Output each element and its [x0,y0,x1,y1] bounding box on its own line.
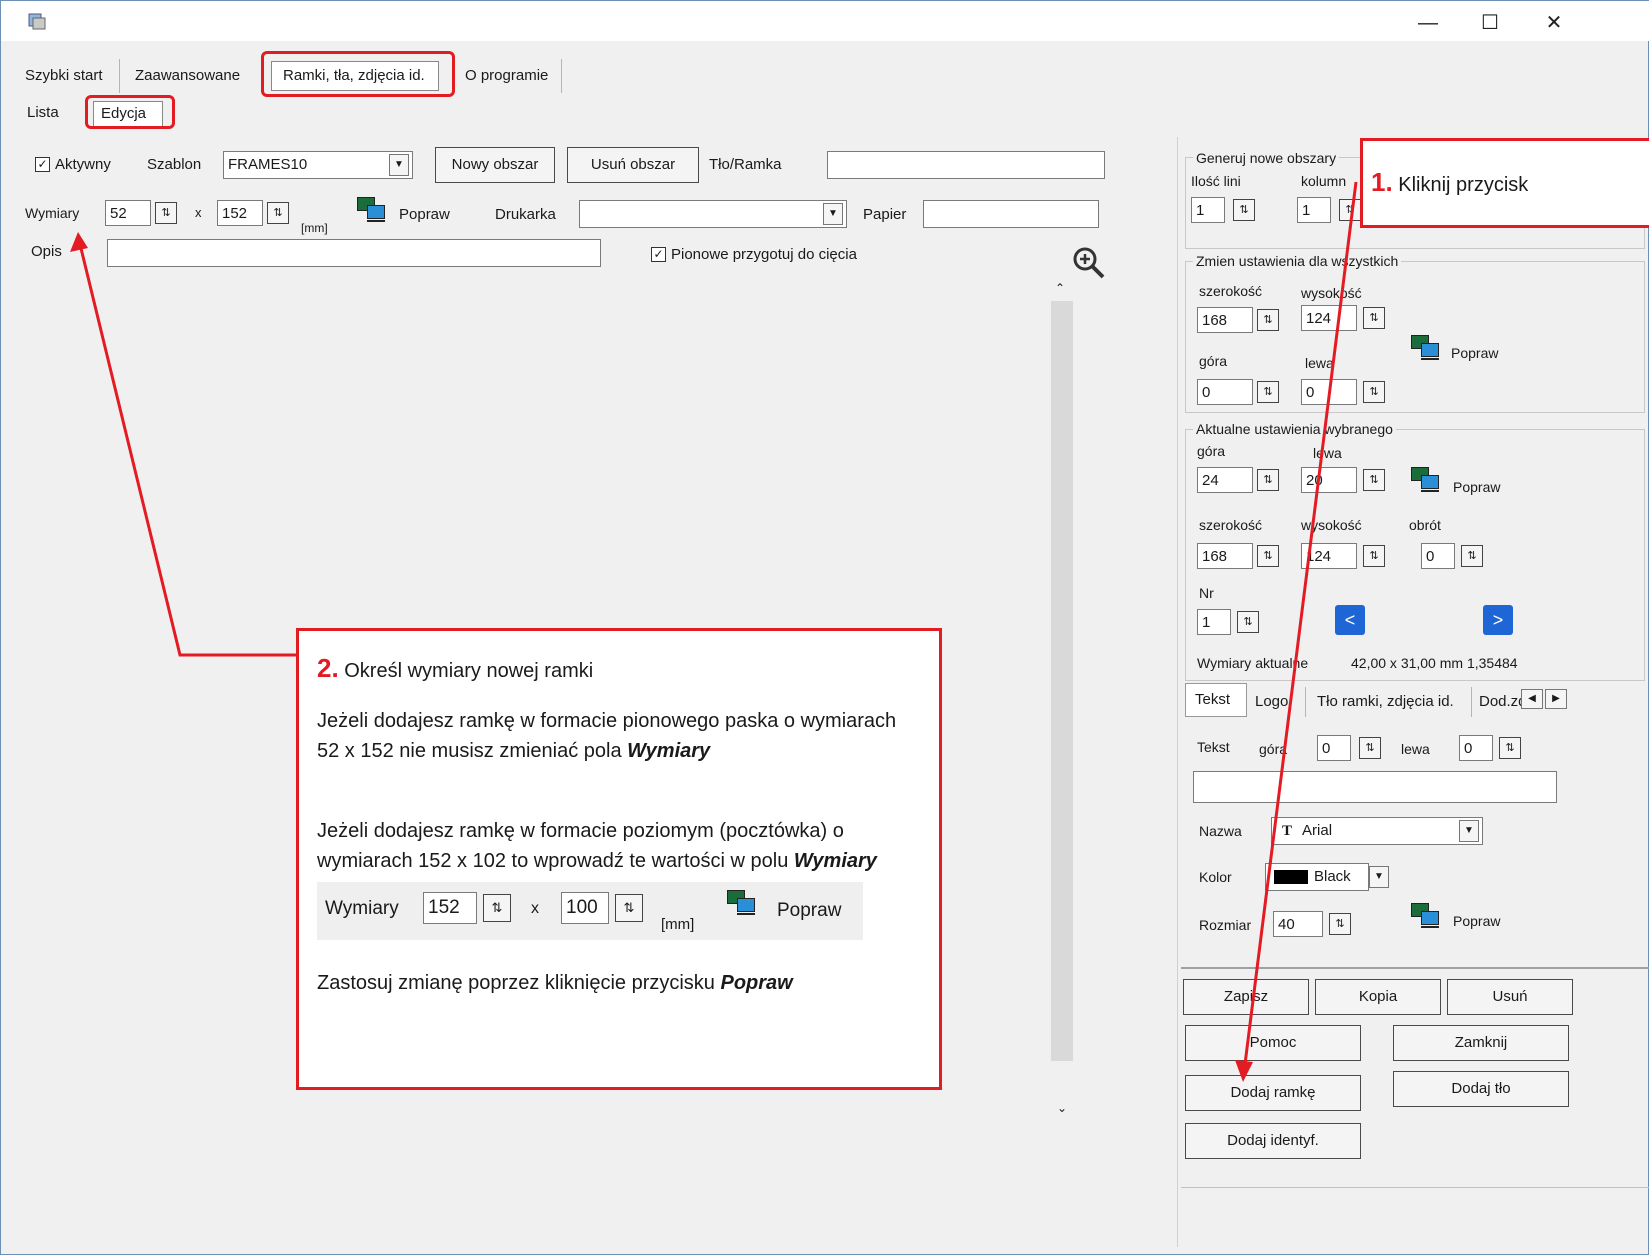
arrow-head-dimensions [70,232,88,252]
callout-2-number: 2. [317,653,339,683]
example-width-spinner: ⇅ [483,894,511,922]
callout-2-paragraph-1: Jeżeli dodajesz ramkę w formacie pionowe… [317,710,897,762]
example-dimensions-strip: Wymiary 152 ⇅ x 100 ⇅ [mm] Popraw [317,882,863,940]
example-dimensions-label: Wymiary [325,898,399,919]
arrow-to-add-frame [1242,181,1358,1073]
callout-1-text: Kliknij przycisk [1398,174,1529,196]
callout-2-paragraph-3-em: Popraw [720,972,793,994]
example-x-sign: x [531,900,539,917]
callout-2-title: Określ wymiary nowej ramki [344,660,594,682]
example-height-input: 100 [561,892,609,924]
callout-2-paragraph-3: Zastosuj zmianę poprzez kliknięcie przyc… [317,972,721,994]
callout-2-paragraph-1-em: Wymiary [627,740,711,762]
example-unit-label: [mm] [661,916,695,933]
callout-step-1: 1. Kliknij przycisk [1360,138,1649,228]
arrow-to-dimensions [76,235,298,657]
callout-2-paragraph-2-em: Wymiary [793,850,877,872]
callout-1-number: 1. [1371,167,1393,197]
example-height-spinner: ⇅ [615,894,643,922]
arrow-head-add-frame [1235,1060,1253,1082]
example-width-input: 152 [423,892,477,924]
example-fix-label: Popraw [777,900,842,921]
example-popraw-icon [727,890,757,916]
callout-step-2: 2. Określ wymiary nowej ramki Jeżeli dod… [296,628,942,1090]
callout-2-paragraph-2: Jeżeli dodajesz ramkę w formacie poziomy… [317,820,844,872]
